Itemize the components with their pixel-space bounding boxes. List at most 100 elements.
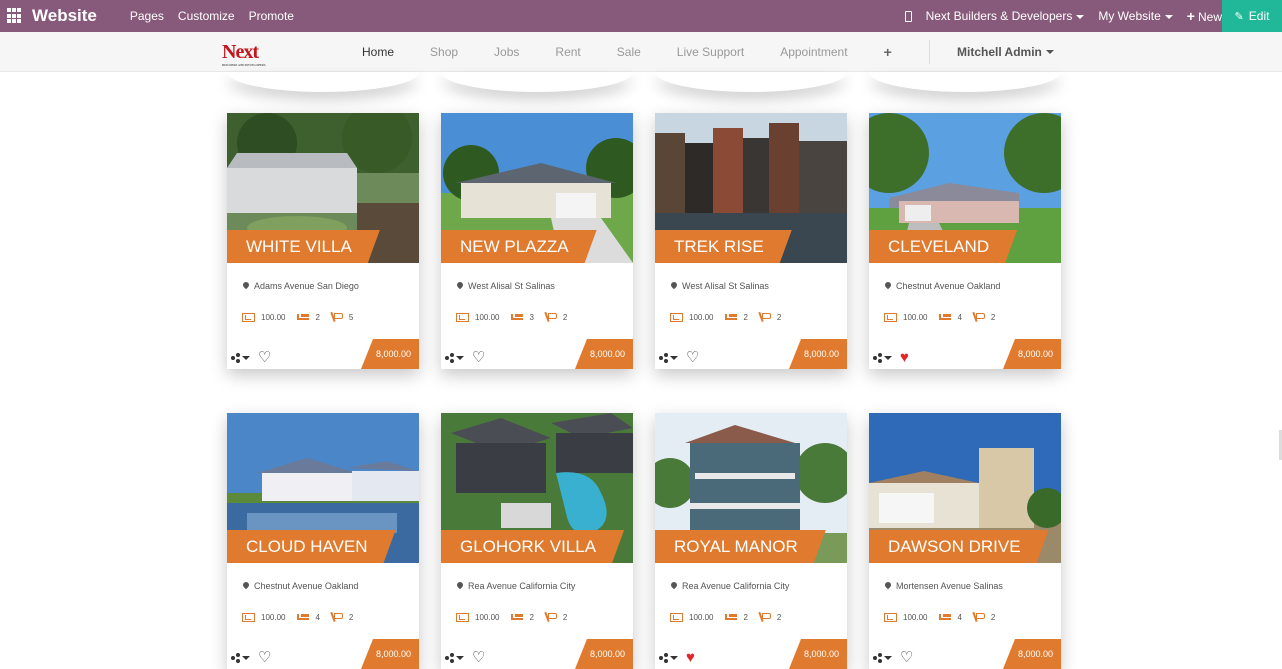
property-stats: 100.00 2 2 bbox=[670, 312, 793, 322]
company-name: Next Builders & Developers bbox=[925, 9, 1073, 23]
menu-customize[interactable]: Customize bbox=[178, 9, 235, 23]
share-icon[interactable] bbox=[873, 353, 882, 363]
chevron-down-icon[interactable] bbox=[456, 356, 464, 360]
heart-icon[interactable]: ♡ bbox=[258, 350, 271, 365]
website-name: My Website bbox=[1098, 9, 1161, 23]
nav-home[interactable]: Home bbox=[362, 45, 394, 59]
area-icon bbox=[670, 612, 683, 622]
nav-appointment[interactable]: Appointment bbox=[780, 45, 847, 59]
area-icon bbox=[884, 312, 897, 322]
property-title: TREK RISE bbox=[655, 230, 792, 263]
baths-stat: 2 bbox=[974, 612, 995, 622]
site-logo[interactable]: Next BUILDERS AND DEVELOPERS bbox=[222, 41, 266, 67]
chevron-down-icon[interactable] bbox=[456, 656, 464, 660]
flag-icon bbox=[332, 612, 343, 622]
menu-promote[interactable]: Promote bbox=[249, 9, 294, 23]
share-icon[interactable] bbox=[445, 353, 454, 363]
bed-icon bbox=[939, 314, 952, 320]
bed-icon bbox=[725, 314, 738, 320]
beds-stat: 2 bbox=[725, 313, 748, 322]
map-pin-icon bbox=[671, 282, 677, 290]
property-address: Rea Avenue California City bbox=[457, 581, 575, 591]
edit-button[interactable]: ✎ Edit bbox=[1222, 0, 1282, 32]
share-icon[interactable] bbox=[445, 653, 454, 663]
area-stat: 100.00 bbox=[670, 312, 714, 322]
property-stats: 100.00 2 2 bbox=[456, 612, 579, 622]
flag-icon bbox=[332, 312, 343, 322]
menu-pages[interactable]: Pages bbox=[130, 9, 164, 23]
share-icon[interactable] bbox=[659, 653, 668, 663]
chevron-down-icon[interactable] bbox=[884, 356, 892, 360]
add-menu-icon[interactable]: + bbox=[884, 44, 892, 60]
site-header: Next BUILDERS AND DEVELOPERS Home Shop Jo… bbox=[0, 32, 1282, 72]
area-stat: 100.00 bbox=[670, 612, 714, 622]
logo-tagline: BUILDERS AND DEVELOPERS bbox=[222, 63, 266, 67]
area-value: 100.00 bbox=[689, 612, 714, 622]
share-icon[interactable] bbox=[659, 353, 668, 363]
property-address: Chestnut Avenue Oakland bbox=[243, 581, 358, 591]
mobile-preview-icon[interactable] bbox=[904, 10, 912, 22]
heart-icon[interactable]: ♡ bbox=[258, 650, 271, 665]
property-price: 8,000.00 bbox=[361, 339, 419, 369]
property-card[interactable]: GLOHORK VILLA Rea Avenue California City… bbox=[441, 413, 633, 669]
property-price: 8,000.00 bbox=[575, 339, 633, 369]
property-card[interactable]: CLEVELAND Chestnut Avenue Oakland 100.00… bbox=[869, 113, 1061, 369]
property-title: DAWSON DRIVE bbox=[869, 530, 1049, 563]
address-text: Adams Avenue San Diego bbox=[254, 281, 359, 291]
share-icon[interactable] bbox=[231, 653, 240, 663]
share-icon[interactable] bbox=[873, 653, 882, 663]
chevron-down-icon[interactable] bbox=[670, 656, 678, 660]
nav-shop[interactable]: Shop bbox=[430, 45, 458, 59]
card-actions: ♥ bbox=[873, 350, 909, 365]
property-card[interactable]: ROYAL MANOR Rea Avenue California City 1… bbox=[655, 413, 847, 669]
property-card[interactable]: NEW PLAZZA West Alisal St Salinas 100.00… bbox=[441, 113, 633, 369]
baths-value: 2 bbox=[776, 312, 782, 322]
chevron-down-icon bbox=[1045, 50, 1054, 54]
property-card[interactable]: CLOUD HAVEN Chestnut Avenue Oakland 100.… bbox=[227, 413, 419, 669]
area-value: 100.00 bbox=[689, 312, 714, 322]
heart-icon[interactable]: ♥ bbox=[686, 650, 695, 665]
heart-icon[interactable]: ♡ bbox=[472, 350, 485, 365]
apps-grid-icon[interactable] bbox=[7, 8, 23, 24]
nav-sale[interactable]: Sale bbox=[617, 45, 641, 59]
area-stat: 100.00 bbox=[242, 312, 285, 322]
chevron-down-icon[interactable] bbox=[670, 356, 678, 360]
new-button[interactable]: + New bbox=[1187, 8, 1222, 24]
property-title: GLOHORK VILLA bbox=[441, 530, 624, 563]
new-label: New bbox=[1197, 10, 1222, 24]
area-stat: 100.00 bbox=[242, 612, 285, 622]
property-card[interactable]: TREK RISE West Alisal St Salinas 100.00 … bbox=[655, 113, 847, 369]
nav-jobs[interactable]: Jobs bbox=[494, 45, 519, 59]
chevron-down-icon[interactable] bbox=[242, 356, 250, 360]
heart-icon[interactable]: ♥ bbox=[900, 350, 909, 365]
bed-icon bbox=[297, 314, 310, 320]
chevron-down-icon[interactable] bbox=[242, 656, 250, 660]
share-icon[interactable] bbox=[231, 353, 240, 363]
property-address: Mortensen Avenue Salinas bbox=[885, 581, 1003, 591]
website-switcher[interactable]: My Website bbox=[1098, 9, 1173, 23]
heart-icon[interactable]: ♡ bbox=[686, 350, 699, 365]
baths-stat: 2 bbox=[546, 612, 567, 622]
area-value: 100.00 bbox=[475, 612, 500, 622]
area-icon bbox=[884, 612, 897, 622]
nav-rent[interactable]: Rent bbox=[555, 45, 580, 59]
heart-icon[interactable]: ♡ bbox=[472, 650, 485, 665]
baths-stat: 2 bbox=[332, 612, 353, 622]
card-actions: ♡ bbox=[231, 350, 271, 365]
area-icon bbox=[670, 312, 683, 322]
company-switcher[interactable]: Next Builders & Developers bbox=[926, 9, 1085, 23]
area-stat: 100.00 bbox=[884, 312, 927, 322]
map-pin-icon bbox=[457, 282, 463, 290]
nav-live-support[interactable]: Live Support bbox=[677, 45, 744, 59]
plus-icon: + bbox=[1186, 8, 1195, 24]
chevron-down-icon[interactable] bbox=[884, 656, 892, 660]
baths-value: 2 bbox=[776, 612, 782, 622]
property-card[interactable]: WHITE VILLA Adams Avenue San Diego 100.0… bbox=[227, 113, 419, 369]
beds-value: 4 bbox=[315, 612, 320, 622]
heart-icon[interactable]: ♡ bbox=[900, 650, 913, 665]
bed-icon bbox=[511, 614, 524, 620]
property-card[interactable]: DAWSON DRIVE Mortensen Avenue Salinas 10… bbox=[869, 413, 1061, 669]
beds-stat: 4 bbox=[297, 612, 320, 622]
bed-icon bbox=[725, 614, 738, 620]
user-menu[interactable]: Mitchell Admin bbox=[957, 32, 1054, 72]
